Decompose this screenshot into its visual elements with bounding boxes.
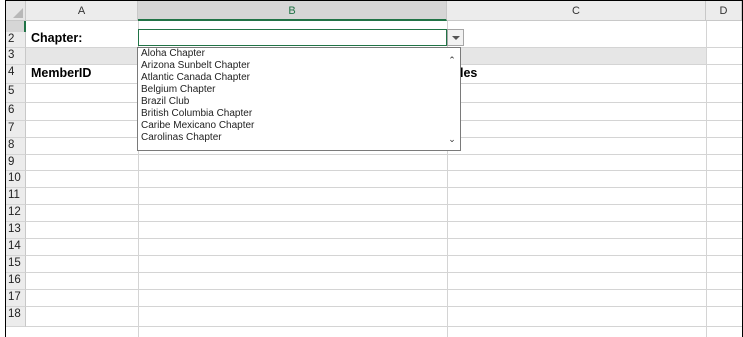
dropdown-item[interactable]: Belgium Chapter: [138, 84, 460, 96]
column-header-c[interactable]: C: [447, 1, 706, 21]
gridline-row-18: [26, 326, 742, 327]
cell-b1-active[interactable]: [138, 29, 447, 46]
dropdown-item[interactable]: Brazil Club: [138, 96, 460, 108]
row-header-17[interactable]: 17: [6, 290, 26, 307]
spreadsheet-grid: A B C D 123456789101112131415161718 Chap…: [5, 0, 743, 337]
gridline-row-14: [26, 255, 742, 256]
row-header-18[interactable]: 18: [6, 307, 26, 327]
chapter-dropdown-list[interactable]: Aloha Chapter Arizona Sunbelt Chapter Atla…: [137, 47, 461, 151]
gridline-row-17: [26, 306, 742, 307]
row-header-6[interactable]: 6: [6, 103, 26, 121]
gridline-row-8: [26, 154, 742, 155]
dropdown-button[interactable]: [447, 29, 464, 46]
select-all-triangle-icon: [13, 8, 23, 18]
row-header-11[interactable]: 11: [6, 188, 26, 205]
row-header-7[interactable]: 7: [6, 121, 26, 138]
dropdown-item[interactable]: Arizona Sunbelt Chapter: [138, 60, 460, 72]
gridline-row-9: [26, 170, 742, 171]
chevron-down-icon[interactable]: ⌄: [447, 134, 457, 144]
row-header-16[interactable]: 16: [6, 273, 26, 290]
column-header-d[interactable]: D: [706, 1, 742, 21]
row-header-8[interactable]: 8: [6, 138, 26, 155]
gridline-row-15: [26, 272, 742, 273]
row-header-15[interactable]: 15: [6, 256, 26, 273]
gridline-row-13: [26, 238, 742, 239]
row-header-2[interactable]: 2: [6, 32, 26, 48]
column-header-b[interactable]: B: [138, 1, 447, 21]
dropdown-item[interactable]: Atlantic Canada Chapter: [138, 72, 460, 84]
select-all-corner[interactable]: [6, 1, 26, 21]
row-header-14[interactable]: 14: [6, 239, 26, 256]
dropdown-item[interactable]: Caribe Mexicano Chapter: [138, 120, 460, 132]
row-header-13[interactable]: 13: [6, 222, 26, 239]
dropdown-item[interactable]: Carolinas Chapter: [138, 132, 460, 144]
chevron-up-icon[interactable]: ⌃: [447, 55, 457, 65]
gridline-row-11: [26, 204, 742, 205]
dropdown-item[interactable]: Aloha Chapter: [138, 48, 460, 60]
gridline-row-12: [26, 221, 742, 222]
chevron-down-icon: [452, 36, 460, 40]
row-header-9[interactable]: 9: [6, 155, 26, 171]
dropdown-item[interactable]: British Columbia Chapter: [138, 108, 460, 120]
row-header-4[interactable]: 4: [6, 65, 26, 84]
row-header-10[interactable]: 10: [6, 171, 26, 188]
cell-c3[interactable]: les: [460, 66, 477, 80]
column-header-a[interactable]: A: [26, 1, 138, 21]
cell-a1[interactable]: Chapter:: [31, 31, 82, 45]
cell-a3[interactable]: MemberID: [31, 66, 91, 80]
row-header-3[interactable]: 3: [6, 48, 26, 65]
row-header-5[interactable]: 5: [6, 84, 26, 103]
row-header-12[interactable]: 12: [6, 205, 26, 222]
gridline-row-10: [26, 187, 742, 188]
gridline-row-16: [26, 289, 742, 290]
